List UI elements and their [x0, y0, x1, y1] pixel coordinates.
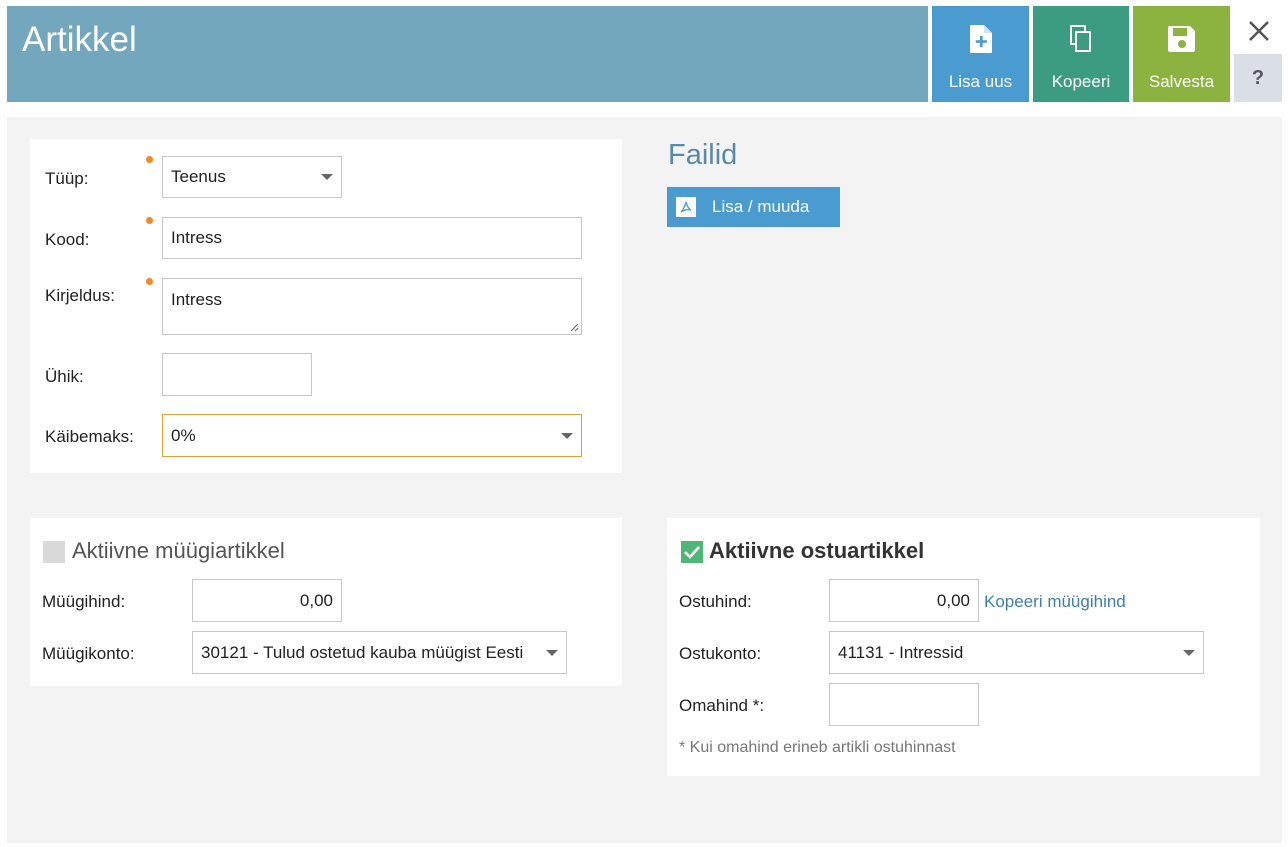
description-value: Intress: [171, 290, 223, 309]
save-button[interactable]: Salvesta: [1133, 6, 1230, 102]
content-area: Tüüp: Teenus Kood: Intress Kirjeldus: In…: [7, 117, 1282, 843]
sale-account-select[interactable]: 30121 - Tulud ostetud kauba müügist Eest…: [192, 631, 567, 674]
purchase-price-input[interactable]: 0,00: [829, 579, 979, 622]
chevron-down-icon: [1183, 649, 1195, 656]
description-textarea[interactable]: Intress: [162, 278, 582, 335]
purchase-active-checkbox[interactable]: [681, 541, 703, 563]
sale-panel: Aktiivne müügiartikkel Müügihind: 0,00 M…: [30, 518, 622, 686]
purchase-account-label: Ostukonto:: [679, 644, 762, 663]
required-marker: [146, 156, 153, 163]
cost-price-input[interactable]: [829, 683, 979, 726]
copy-button[interactable]: Kopeeri: [1033, 6, 1129, 102]
copy-label: Kopeeri: [1051, 72, 1111, 91]
chevron-down-icon: [546, 649, 558, 656]
sale-account-label: Müügikonto:: [42, 644, 135, 663]
add-new-button[interactable]: Lisa uus: [932, 6, 1029, 102]
vat-value: 0%: [171, 425, 196, 445]
code-label: Kood:: [45, 230, 90, 249]
files-edit-button[interactable]: Lisa / muuda: [667, 187, 840, 227]
chevron-down-icon: [561, 432, 573, 439]
save-icon: [1133, 24, 1230, 54]
copy-icon: [1033, 24, 1129, 54]
title-bar: Artikkel: [7, 6, 928, 102]
chevron-down-icon: [321, 174, 333, 180]
close-icon: [1249, 21, 1269, 41]
purchase-account-select[interactable]: 41131 - Intressid: [829, 631, 1204, 674]
vat-label: Käibemaks:: [45, 427, 134, 446]
cost-price-note: * Kui omahind erineb artikli ostuhinnast: [679, 739, 956, 756]
files-title: Failid: [668, 139, 738, 171]
general-panel: Tüüp: Teenus Kood: Intress Kirjeldus: In…: [30, 139, 622, 473]
help-button[interactable]: ?: [1234, 54, 1282, 102]
sale-section-title: Aktiivne müügiartikkel: [72, 538, 285, 563]
purchase-price-label: Ostuhind:: [679, 592, 752, 611]
sale-price-label: Müügihind:: [42, 592, 126, 611]
unit-input[interactable]: [162, 353, 312, 396]
required-marker: [146, 278, 153, 285]
unit-label: Ühik:: [45, 367, 84, 386]
purchase-panel: Aktiivne ostuartikkel Ostuhind: 0,00 Kop…: [667, 518, 1260, 776]
checkmark-icon: [684, 546, 700, 559]
new-document-icon: [932, 24, 1029, 54]
description-label: Kirjeldus:: [45, 286, 115, 305]
pdf-icon: [676, 197, 696, 217]
code-value: Intress: [171, 228, 223, 247]
required-marker: [146, 217, 153, 224]
cost-price-label: Omahind *:: [679, 696, 765, 715]
purchase-price-value: 0,00: [936, 590, 970, 610]
type-select[interactable]: Teenus: [162, 156, 342, 198]
vat-select[interactable]: 0%: [162, 414, 582, 457]
files-edit-label: Lisa / muuda: [712, 197, 810, 216]
resize-grip-icon[interactable]: [569, 322, 579, 332]
type-label: Tüüp:: [45, 169, 89, 188]
add-new-label: Lisa uus: [948, 72, 1013, 91]
sale-account-value: 30121 - Tulud ostetud kauba müügist Eest…: [201, 642, 524, 662]
type-value: Teenus: [171, 167, 226, 186]
sale-active-checkbox[interactable]: [43, 541, 65, 563]
save-label: Salvesta: [1148, 72, 1215, 91]
close-button[interactable]: [1240, 12, 1278, 50]
purchase-account-value: 41131 - Intressid: [838, 642, 964, 662]
purchase-section-title: Aktiivne ostuartikkel: [709, 538, 925, 563]
page-title: Artikkel: [22, 20, 137, 59]
sale-price-value: 0,00: [299, 590, 333, 610]
copy-sale-price-link[interactable]: Kopeeri müügihind: [984, 592, 1126, 612]
code-input[interactable]: Intress: [162, 217, 582, 259]
sale-price-input[interactable]: 0,00: [192, 579, 342, 622]
